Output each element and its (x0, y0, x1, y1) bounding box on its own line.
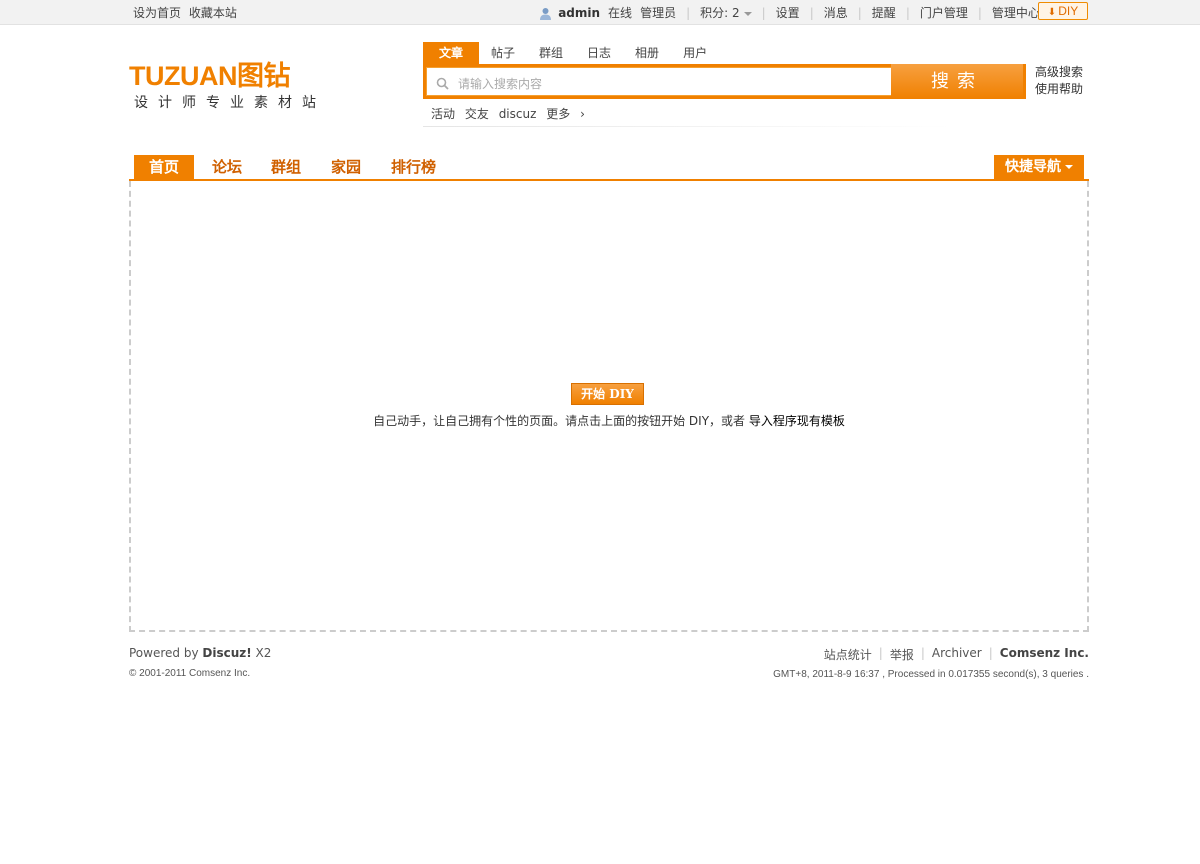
search-extra-links: 高级搜索 使用帮助 (1035, 64, 1083, 98)
divider: | (988, 646, 993, 660)
topbar-right: admin 在线 管理员 | 积分: 2 | 设置 | 消息 | 提醒 | 门户… (539, 4, 1088, 21)
hot-link-activity[interactable]: 活动 (431, 107, 455, 121)
footer-links: 站点统计 | 举报 | Archiver | Comsenz Inc. (824, 646, 1089, 663)
divider: | (809, 5, 814, 20)
search-tab-user[interactable]: 用户 (671, 42, 719, 64)
role-link[interactable]: 管理员 (640, 4, 676, 21)
start-diy-button[interactable]: 开始 DIY (571, 383, 644, 405)
version-label: X2 (251, 646, 272, 660)
divider: | (857, 5, 862, 20)
admin-center-link[interactable]: 管理中心 (992, 4, 1040, 21)
portal-admin-link[interactable]: 门户管理 (920, 4, 968, 21)
processed-info: GMT+8, 2011-8-9 16:37 , Processed in 0.0… (773, 669, 1089, 680)
diy-button[interactable]: ⬇ DIY (1038, 2, 1088, 20)
topbar-left: 设为首页 收藏本站 (133, 4, 241, 21)
divider: | (920, 646, 925, 660)
set-homepage-link[interactable]: 设为首页 (133, 6, 181, 20)
comsenz-link[interactable]: Comsenz Inc. (1000, 646, 1089, 663)
divider: | (905, 5, 910, 20)
hot-link-discuz[interactable]: discuz (499, 107, 537, 121)
quick-nav-button[interactable]: 快捷导航 (994, 155, 1084, 179)
site-stats-link[interactable]: 站点统计 (824, 646, 872, 663)
user-icon (540, 8, 552, 20)
nav-item-groups[interactable]: 群组 (271, 155, 301, 179)
diy-hint-text: 自己动手，让自己拥有个性的页面。请点击上面的按钮开始 DIY，或者 (373, 414, 749, 428)
divider (423, 126, 953, 127)
top-toolbar: 设为首页 收藏本站 admin 在线 管理员 | 积分: 2 | 设置 | 消息… (0, 0, 1200, 25)
main-nav: 首页 论坛 群组 家园 排行榜 快捷导航 (129, 155, 1089, 181)
site-logo[interactable]: TUZUAN图钻 设计师专业素材站 (129, 62, 359, 112)
username-link[interactable]: admin (558, 6, 600, 20)
discuz-link[interactable]: Discuz! (202, 646, 251, 660)
nav-item-home[interactable]: 首页 (134, 155, 194, 179)
import-template-link[interactable]: 导入程序现有模板 (749, 414, 845, 428)
search-icon (436, 77, 449, 90)
arrow-down-icon: ⬇ (1047, 7, 1057, 18)
nav-item-forum[interactable]: 论坛 (212, 155, 242, 179)
search-tab-group[interactable]: 群组 (527, 42, 575, 64)
logo-tagline: 设计师专业素材站 (134, 95, 326, 111)
advanced-search-link[interactable]: 高级搜索 (1035, 64, 1083, 81)
search-tab-blog[interactable]: 日志 (575, 42, 623, 64)
help-link[interactable]: 使用帮助 (1035, 81, 1083, 98)
search-tab-album[interactable]: 相册 (623, 42, 671, 64)
nav-item-home-space[interactable]: 家园 (331, 155, 361, 179)
bookmark-site-link[interactable]: 收藏本站 (189, 6, 237, 20)
more-link[interactable]: 更多 › (546, 107, 591, 121)
search-placeholder: 请输入搜索内容 (458, 77, 543, 91)
search-type-tabs: 文章 帖子 群组 日志 相册 用户 (423, 42, 719, 64)
diy-hint: 自己动手，让自己拥有个性的页面。请点击上面的按钮开始 DIY，或者 导入程序现有… (0, 412, 1200, 429)
search-input[interactable]: 请输入搜索内容 (426, 67, 896, 96)
logo-wordmark: TUZUAN图钻 (129, 61, 290, 91)
chevron-down-icon (1065, 165, 1073, 169)
search-button[interactable]: 搜索 (891, 64, 1023, 99)
chevron-right-icon: › (580, 107, 585, 121)
powered-prefix: Powered by (129, 646, 203, 660)
online-status[interactable]: 在线 (608, 4, 632, 21)
divider: | (761, 5, 766, 20)
powered-by: Powered by Discuz! X2 (129, 646, 271, 660)
nav-item-ranking[interactable]: 排行榜 (391, 155, 436, 179)
search-box: 请输入搜索内容 搜索 (423, 64, 1026, 99)
messages-link[interactable]: 消息 (824, 4, 848, 21)
divider: | (686, 5, 691, 20)
report-link[interactable]: 举报 (890, 646, 914, 663)
copyright: © 2001-2011 Comsenz Inc. (129, 668, 251, 679)
chevron-down-icon (743, 12, 752, 16)
hot-search-links: 活动 交友 discuz 更多 › (431, 105, 597, 122)
search-tab-article[interactable]: 文章 (423, 42, 479, 64)
reminders-link[interactable]: 提醒 (872, 4, 896, 21)
points-label: 积分: 2 (700, 6, 740, 20)
divider: | (977, 5, 982, 20)
points-dropdown[interactable]: 积分: 2 (700, 4, 752, 21)
settings-link[interactable]: 设置 (776, 4, 800, 21)
quick-nav-label: 快捷导航 (1005, 159, 1061, 175)
archiver-link[interactable]: Archiver (932, 646, 982, 663)
hot-link-friends[interactable]: 交友 (465, 107, 489, 121)
search-tab-thread[interactable]: 帖子 (479, 42, 527, 64)
divider: | (878, 646, 883, 660)
diy-label: DIY (1058, 4, 1079, 18)
diy-content-area (129, 181, 1089, 632)
more-label: 更多 (546, 107, 571, 121)
